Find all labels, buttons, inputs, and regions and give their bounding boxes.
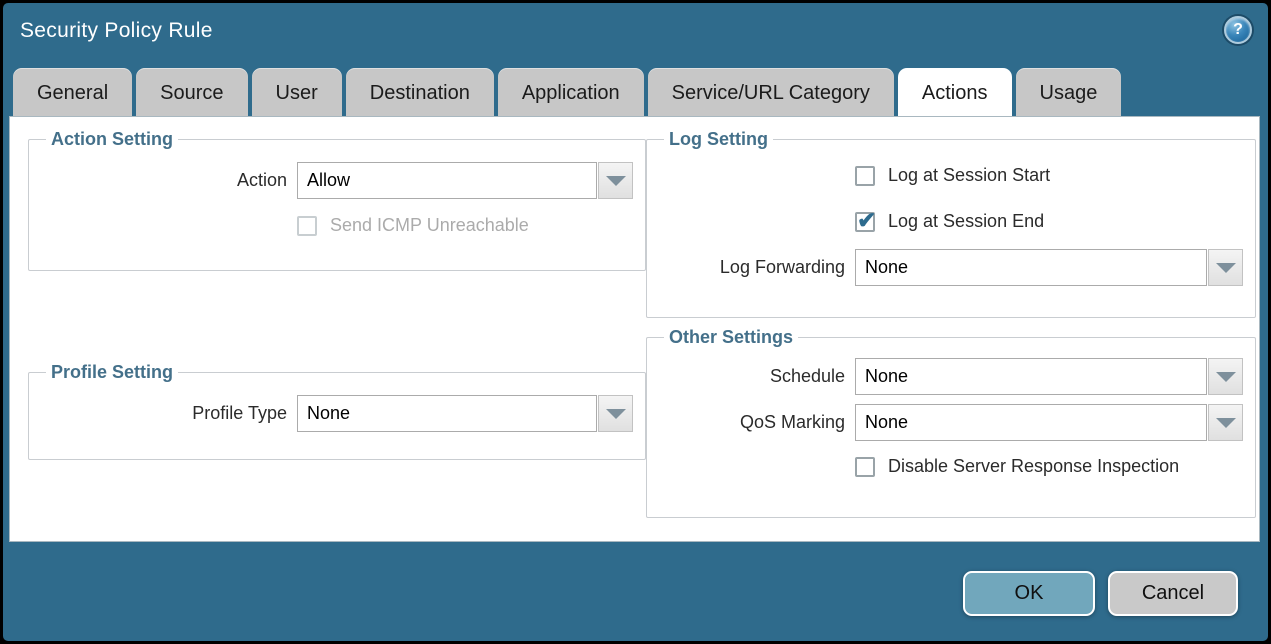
chevron-down-icon — [606, 409, 626, 419]
tab-actions[interactable]: Actions — [898, 68, 1012, 117]
profile-type-label: Profile Type — [41, 403, 287, 424]
action-dropdown[interactable]: Allow — [297, 162, 633, 199]
profile-type-dropdown[interactable]: None — [297, 395, 633, 432]
log-at-session-end-label: Log at Session End — [888, 211, 1044, 232]
log-setting-group: Log Setting Log at Session Start Log at … — [646, 129, 1256, 318]
tab-bar: General Source User Destination Applicat… — [13, 68, 1121, 117]
schedule-dropdown-trigger[interactable] — [1208, 358, 1243, 395]
profile-type-dropdown-trigger[interactable] — [598, 395, 633, 432]
schedule-dropdown-value: None — [855, 358, 1207, 395]
help-icon[interactable]: ? — [1224, 16, 1252, 44]
log-forwarding-dropdown-trigger[interactable] — [1208, 249, 1243, 286]
log-forwarding-dropdown[interactable]: None — [855, 249, 1243, 286]
chevron-down-icon — [1216, 418, 1236, 428]
security-policy-rule-dialog: Security Policy Rule ? General Source Us… — [3, 3, 1268, 641]
action-dropdown-value: Allow — [297, 162, 597, 199]
send-icmp-unreachable-checkbox — [297, 216, 317, 236]
tab-user[interactable]: User — [252, 68, 342, 117]
schedule-label: Schedule — [659, 366, 845, 387]
chevron-down-icon — [1216, 372, 1236, 382]
profile-setting-group: Profile Setting Profile Type None — [28, 362, 646, 460]
other-settings-legend: Other Settings — [664, 327, 798, 348]
action-dropdown-trigger[interactable] — [598, 162, 633, 199]
ok-button[interactable]: OK — [963, 571, 1095, 616]
qos-marking-dropdown-value: None — [855, 404, 1207, 441]
cancel-button[interactable]: Cancel — [1108, 571, 1238, 616]
qos-marking-dropdown[interactable]: None — [855, 404, 1243, 441]
log-forwarding-dropdown-value: None — [855, 249, 1207, 286]
log-at-session-start-checkbox[interactable] — [855, 166, 875, 186]
schedule-dropdown[interactable]: None — [855, 358, 1243, 395]
send-icmp-unreachable-label: Send ICMP Unreachable — [330, 215, 529, 236]
other-settings-group: Other Settings Schedule None QoS Marking… — [646, 327, 1256, 518]
tab-usage[interactable]: Usage — [1016, 68, 1122, 117]
log-forwarding-label: Log Forwarding — [659, 257, 845, 278]
action-label: Action — [41, 170, 287, 191]
tab-general[interactable]: General — [13, 68, 132, 117]
disable-server-response-inspection-checkbox[interactable] — [855, 457, 875, 477]
disable-server-response-inspection-label: Disable Server Response Inspection — [888, 456, 1179, 477]
tab-destination[interactable]: Destination — [346, 68, 494, 117]
actions-tab-panel: Action Setting Action Allow Send ICMP Un… — [10, 117, 1259, 541]
tab-application[interactable]: Application — [498, 68, 644, 117]
tab-source[interactable]: Source — [136, 68, 247, 117]
chevron-down-icon — [1216, 263, 1236, 273]
chevron-down-icon — [606, 176, 626, 186]
profile-setting-legend: Profile Setting — [46, 362, 178, 383]
qos-marking-label: QoS Marking — [659, 412, 845, 433]
log-setting-legend: Log Setting — [664, 129, 773, 150]
log-at-session-end-checkbox[interactable] — [855, 212, 875, 232]
dialog-title: Security Policy Rule — [20, 19, 213, 43]
profile-type-dropdown-value: None — [297, 395, 597, 432]
log-at-session-start-label: Log at Session Start — [888, 165, 1050, 186]
action-setting-legend: Action Setting — [46, 129, 178, 150]
action-setting-group: Action Setting Action Allow Send ICMP Un… — [28, 129, 646, 271]
tab-service-url-category[interactable]: Service/URL Category — [648, 68, 894, 117]
qos-marking-dropdown-trigger[interactable] — [1208, 404, 1243, 441]
